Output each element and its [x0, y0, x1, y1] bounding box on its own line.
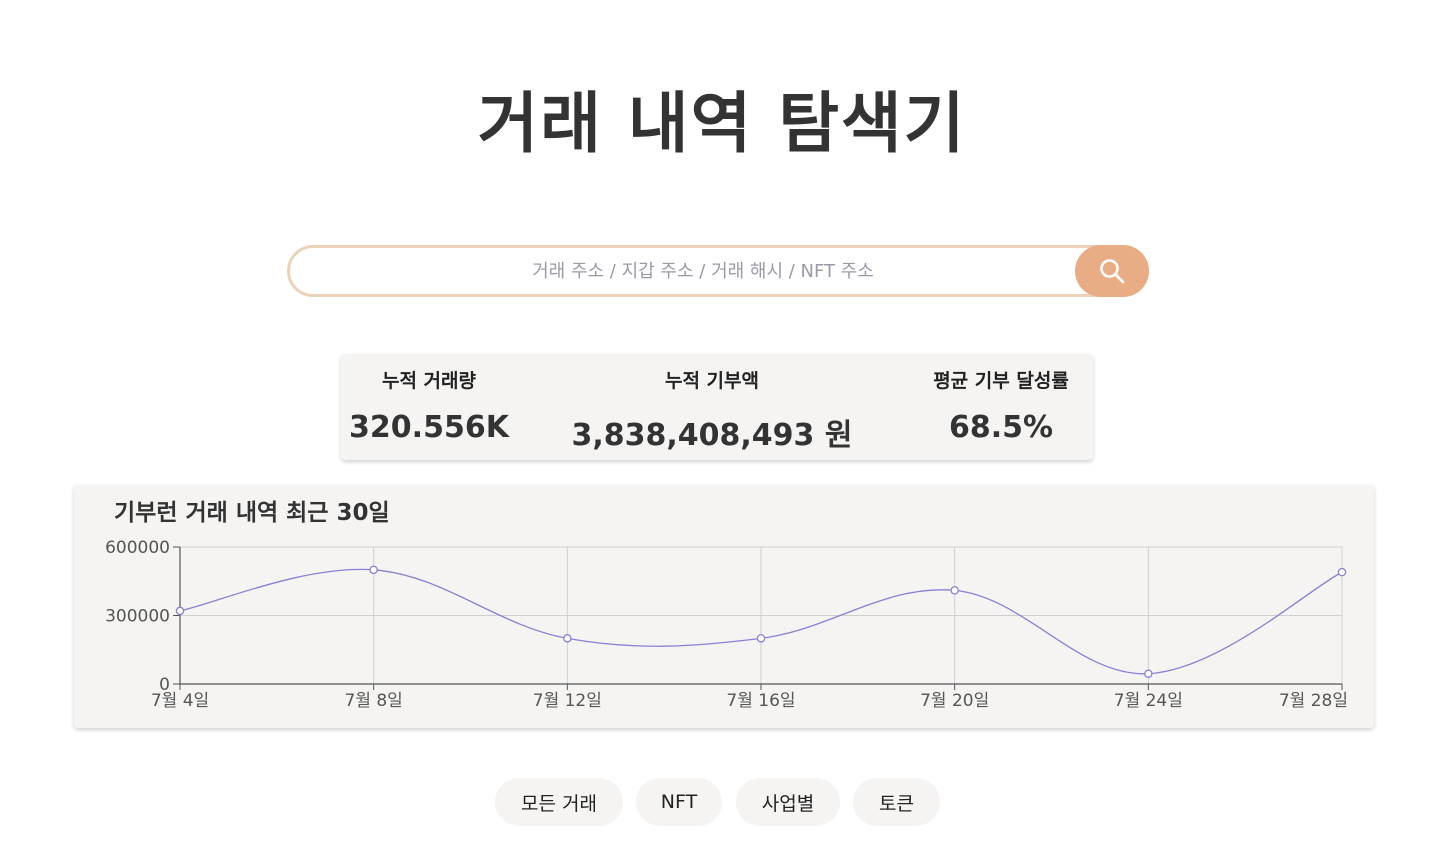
data-point [1144, 669, 1153, 678]
stat-value: 320.556K [349, 410, 509, 445]
x-tick-label: 7월 12일 [533, 691, 602, 711]
search-button[interactable] [1075, 245, 1149, 297]
filter-tabs: 모든 거래 NFT 사업별 토큰 [0, 778, 1444, 826]
search-icon [1100, 259, 1125, 284]
page-title: 거래 내역 탐색기 [477, 85, 967, 162]
search-bar [287, 245, 1149, 297]
stats-card: 누적 거래량 320.556K 누적 기부액 3,838,408,493 원 평… [341, 354, 1093, 460]
data-point [756, 634, 766, 643]
stat-label: 누적 거래량 [381, 370, 476, 392]
stat-value: 68.5% [948, 410, 1054, 445]
y-tick-label: 300000 [105, 607, 170, 627]
stat-value: 3,838,408,493 원 [571, 418, 853, 453]
stat-label: 평균 기부 달성률 [933, 370, 1069, 392]
x-tick-label: 7월 8일 [345, 691, 403, 711]
y-tick-label: 600000 [105, 538, 170, 558]
chart-card: 기부런 거래 내역 최근 30일 0 300000 600000 7월 4일 7월 8일… [74, 485, 1374, 728]
filter-token-button[interactable]: 토큰 [853, 778, 940, 826]
line-chart: 03000006000007월 4일 7월 8일 7월 12일 7월 16일 7월 20… [105, 538, 1348, 711]
filter-nft-button[interactable]: NFT [636, 778, 722, 826]
stat-avg-achievement: 평균 기부 달성률 68.5% [913, 354, 1089, 460]
stat-total-volume: 누적 거래량 320.556K [341, 354, 517, 460]
x-tick-label: 7월 20일 [920, 691, 989, 711]
x-tick-label: 7월 4일 [151, 691, 209, 711]
x-tick-label: 7월 28일 [1279, 691, 1348, 711]
data-point [950, 586, 959, 595]
data-point [563, 634, 572, 643]
stat-label: 누적 기부액 [664, 370, 759, 392]
filter-all-button[interactable]: 모든 거래 [495, 778, 623, 826]
search-input[interactable] [290, 248, 1076, 294]
data-point [1337, 567, 1347, 577]
filter-business-button[interactable]: 사업별 [736, 778, 840, 826]
data-point [175, 606, 185, 616]
x-tick-label: 7월 24일 [1114, 691, 1183, 711]
x-tick-label: 7월 16일 [726, 691, 795, 711]
data-point [369, 565, 378, 575]
stat-total-donation: 누적 기부액 3,838,408,493 원 [562, 354, 862, 460]
